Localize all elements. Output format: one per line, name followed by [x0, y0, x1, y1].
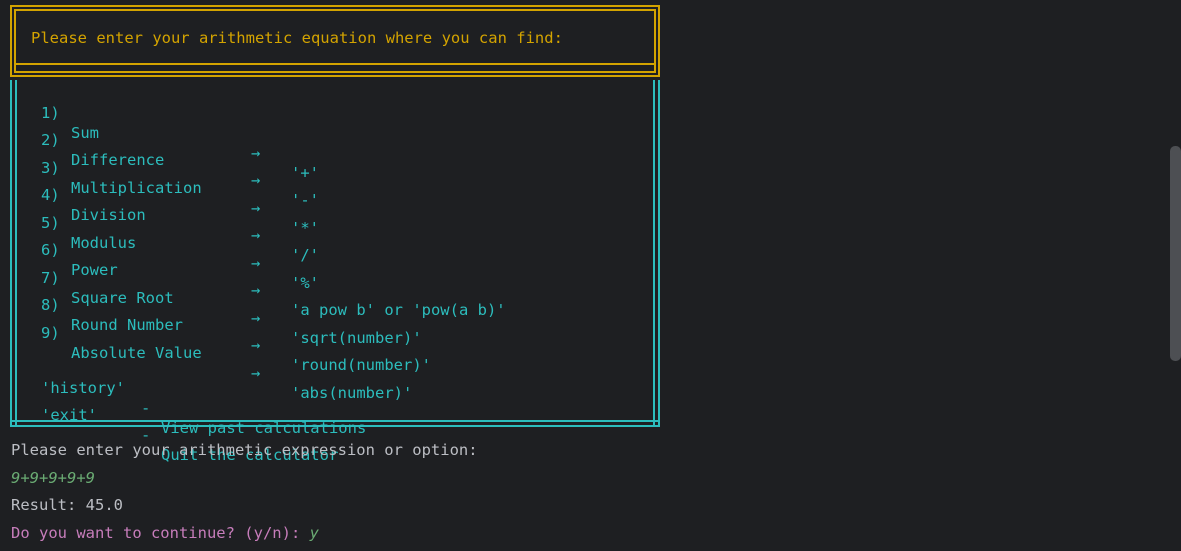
option-name: Square Root: [71, 289, 174, 307]
command-dash: -: [141, 399, 151, 417]
menu-left-border: [10, 80, 17, 427]
option-operator: 'a pow b' or 'pow(a b)': [291, 301, 506, 319]
arrow-icon: →: [251, 144, 261, 162]
menu-option-absolute-value: 9) Absolute Value → 'abs(number)': [41, 303, 412, 402]
command-description: View past calculations: [161, 419, 367, 437]
arrow-icon: →: [251, 226, 261, 244]
menu-options-box: 1) Sum → '+' 2) Difference → '-' 3) Mult…: [10, 66, 660, 464]
option-name: Absolute Value: [71, 344, 202, 362]
arrow-icon: →: [251, 281, 261, 299]
option-operator: '%': [291, 274, 319, 292]
menu-option-square-root: 7) Square Root → 'sqrt(number)': [41, 248, 422, 347]
vertical-scrollbar[interactable]: [1170, 146, 1181, 361]
arrow-icon: →: [251, 171, 261, 189]
menu-header-title: Please enter your arithmetic equation wh…: [31, 29, 563, 47]
continue-line: Do you want to continue? (y/n): y: [11, 523, 319, 543]
menu-option-round-number: 8) Round Number → 'round(number)': [41, 275, 431, 374]
option-operator: 'abs(number)': [291, 384, 413, 402]
continue-prompt: Do you want to continue? (y/n):: [11, 524, 310, 542]
menu-option-modulus: 5) Modulus → '%': [41, 193, 319, 292]
menu-option-multiplication: 3) Multiplication → '*': [41, 138, 319, 237]
menu-option-difference: 2) Difference → '-': [41, 110, 319, 209]
header-divider: [14, 63, 656, 65]
option-name: Difference: [71, 151, 165, 169]
expression-prompt: Please enter your arithmetic expression …: [11, 441, 478, 459]
arrow-icon: →: [251, 199, 261, 217]
menu-option-sum: 1) Sum → '+': [41, 83, 319, 182]
option-operator: '*': [291, 219, 319, 237]
menu-command-exit: 'exit' - Quit the calculator: [41, 385, 338, 464]
menu-right-border: [653, 80, 660, 427]
arrow-icon: →: [251, 309, 261, 327]
option-name: Multiplication: [71, 179, 202, 197]
option-name: Modulus: [71, 234, 137, 252]
option-operator: 'round(number)': [291, 356, 431, 374]
continue-input[interactable]: y: [310, 524, 319, 542]
arrow-icon: →: [251, 336, 261, 354]
expression-input[interactable]: 9+9+9+9+9: [11, 468, 95, 488]
option-name: Round Number: [71, 316, 183, 334]
option-operator: '/': [291, 246, 319, 264]
arrow-icon: →: [251, 364, 261, 382]
option-number: 9): [41, 324, 60, 342]
command-key: 'exit': [41, 406, 97, 424]
option-operator: '-': [291, 191, 319, 209]
option-name: Division: [71, 206, 146, 224]
result-output: Result: 45.0: [11, 496, 123, 514]
option-operator: '+': [291, 164, 319, 182]
menu-command-history: 'history' - View past calculations: [41, 358, 366, 437]
option-operator: 'sqrt(number)': [291, 329, 422, 347]
menu-option-power: 6) Power → 'a pow b' or 'pow(a b)': [41, 220, 506, 319]
arrow-icon: →: [251, 254, 261, 272]
menu-option-division: 4) Division → '/': [41, 165, 319, 264]
